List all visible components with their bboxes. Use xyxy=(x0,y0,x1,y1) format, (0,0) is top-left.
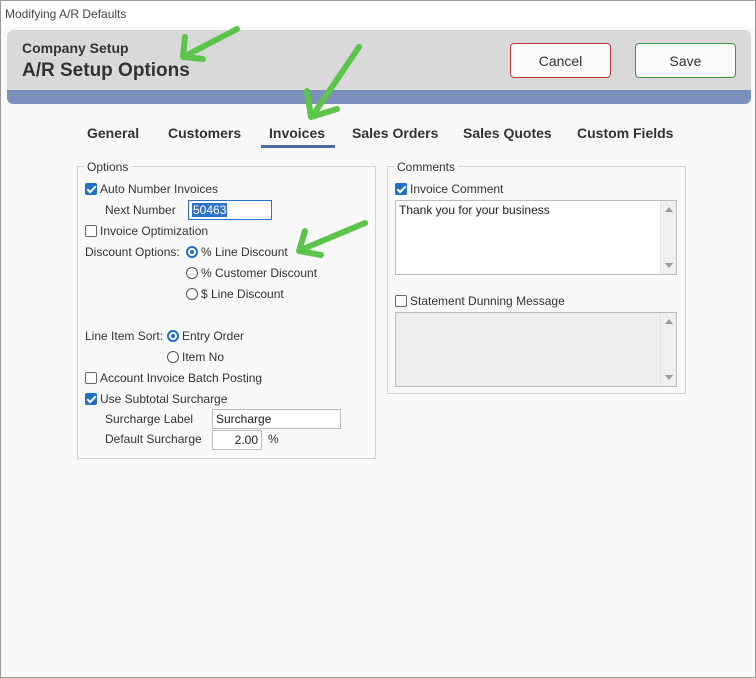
annotation-arrow-icon xyxy=(304,44,362,120)
next-number-input[interactable]: 50463 xyxy=(188,200,272,220)
discount-dollar-line-label: $ Line Discount xyxy=(201,287,284,301)
discount-dollar-line-radio[interactable] xyxy=(186,288,198,300)
scroll-down-icon[interactable] xyxy=(665,375,673,380)
batch-posting-checkbox[interactable] xyxy=(85,372,97,384)
subtotal-surcharge-label: Use Subtotal Surcharge xyxy=(100,392,228,406)
discount-pct-line-radio[interactable] xyxy=(186,246,198,258)
discount-pct-customer-radio[interactable] xyxy=(186,267,198,279)
dunning-message-label: Statement Dunning Message xyxy=(410,294,565,308)
header-accent-bar xyxy=(7,90,751,104)
tab-invoices[interactable]: Invoices xyxy=(269,125,325,141)
tab-bar: General Customers Invoices Sales Orders … xyxy=(1,125,756,151)
default-surcharge-label: Default Surcharge xyxy=(105,432,202,446)
line-item-sort-label: Line Item Sort: xyxy=(85,329,164,343)
annotation-arrow-icon xyxy=(296,220,368,258)
comments-group: Comments Invoice Comment Thank you for y… xyxy=(387,160,686,394)
invoice-comment-checkbox[interactable] xyxy=(395,183,407,195)
dialog-window: Modifying A/R Defaults Company Setup A/R… xyxy=(0,0,756,678)
discount-pct-line-label: % Line Discount xyxy=(201,245,288,259)
invoice-comment-scrollbar[interactable] xyxy=(660,201,676,274)
sort-entry-order-label: Entry Order xyxy=(182,329,245,343)
scroll-down-icon[interactable] xyxy=(665,263,673,268)
sort-item-no-radio[interactable] xyxy=(167,351,179,363)
scroll-up-icon[interactable] xyxy=(665,319,673,324)
options-group: Options Auto Number Invoices Next Number… xyxy=(77,160,376,459)
default-surcharge-input[interactable]: 2.00 xyxy=(212,430,262,450)
page-title: A/R Setup Options xyxy=(22,60,190,81)
invoice-comment-textarea[interactable]: Thank you for your business xyxy=(395,200,677,275)
auto-number-label: Auto Number Invoices xyxy=(100,182,219,196)
active-tab-indicator xyxy=(261,145,335,148)
discount-options-label: Discount Options: xyxy=(85,245,180,259)
invoice-optimization-checkbox[interactable] xyxy=(85,225,97,237)
cancel-button[interactable]: Cancel xyxy=(510,43,611,78)
dunning-message-textarea[interactable] xyxy=(395,312,677,387)
scroll-up-icon[interactable] xyxy=(665,207,673,212)
sort-item-no-label: Item No xyxy=(182,350,225,364)
tab-sales-quotes[interactable]: Sales Quotes xyxy=(463,125,552,141)
invoice-comment-text: Thank you for your business xyxy=(399,203,550,217)
header-subtitle: Company Setup xyxy=(22,40,129,56)
tab-customers[interactable]: Customers xyxy=(168,125,241,141)
tab-general[interactable]: General xyxy=(87,125,139,141)
dunning-message-checkbox[interactable] xyxy=(395,295,407,307)
surcharge-label-label: Surcharge Label xyxy=(105,412,194,426)
options-legend: Options xyxy=(84,160,132,174)
batch-posting-label: Account Invoice Batch Posting xyxy=(100,371,263,385)
sort-entry-order-radio[interactable] xyxy=(167,330,179,342)
comments-legend: Comments xyxy=(394,160,459,174)
surcharge-label-input[interactable]: Surcharge xyxy=(212,409,341,429)
auto-number-checkbox[interactable] xyxy=(85,183,97,195)
discount-pct-customer-label: % Customer Discount xyxy=(201,266,318,280)
subtotal-surcharge-checkbox[interactable] xyxy=(85,393,97,405)
percent-sign: % xyxy=(268,432,279,446)
next-number-label: Next Number xyxy=(105,203,176,217)
invoice-comment-label: Invoice Comment xyxy=(410,182,504,196)
next-number-value: 50463 xyxy=(192,203,228,217)
dunning-message-scrollbar[interactable] xyxy=(660,313,676,386)
tab-custom-fields[interactable]: Custom Fields xyxy=(577,125,673,141)
tab-sales-orders[interactable]: Sales Orders xyxy=(352,125,438,141)
invoice-optimization-label: Invoice Optimization xyxy=(100,224,209,238)
window-title: Modifying A/R Defaults xyxy=(1,1,755,27)
save-button[interactable]: Save xyxy=(635,43,736,78)
annotation-arrow-icon xyxy=(180,26,240,62)
